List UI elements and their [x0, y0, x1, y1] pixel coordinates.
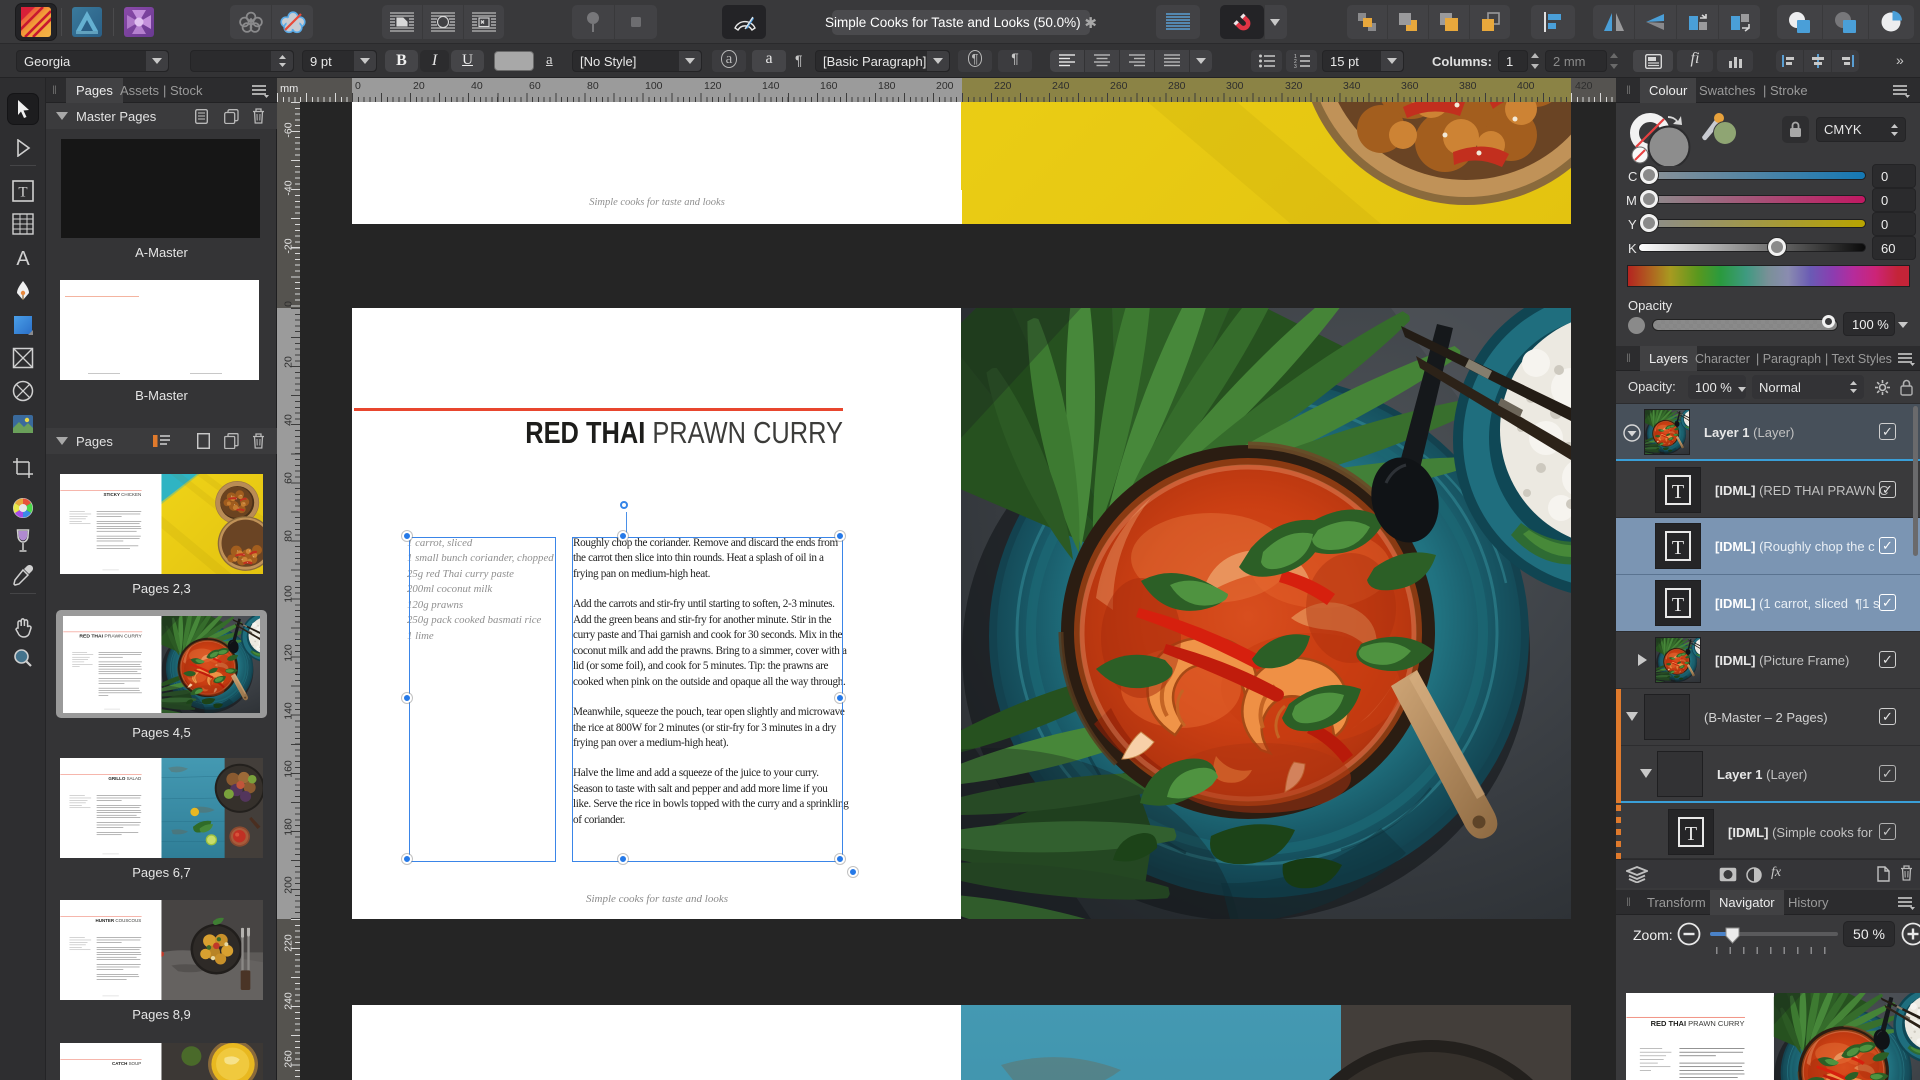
svg-text:T: T: [1685, 823, 1697, 845]
svg-text:A: A: [16, 248, 30, 268]
svg-text:T: T: [1672, 481, 1684, 503]
svg-text:T: T: [18, 185, 27, 201]
svg-text:T: T: [1672, 594, 1684, 616]
svg-text:3: 3: [1294, 64, 1297, 68]
svg-text:T: T: [1672, 537, 1684, 559]
